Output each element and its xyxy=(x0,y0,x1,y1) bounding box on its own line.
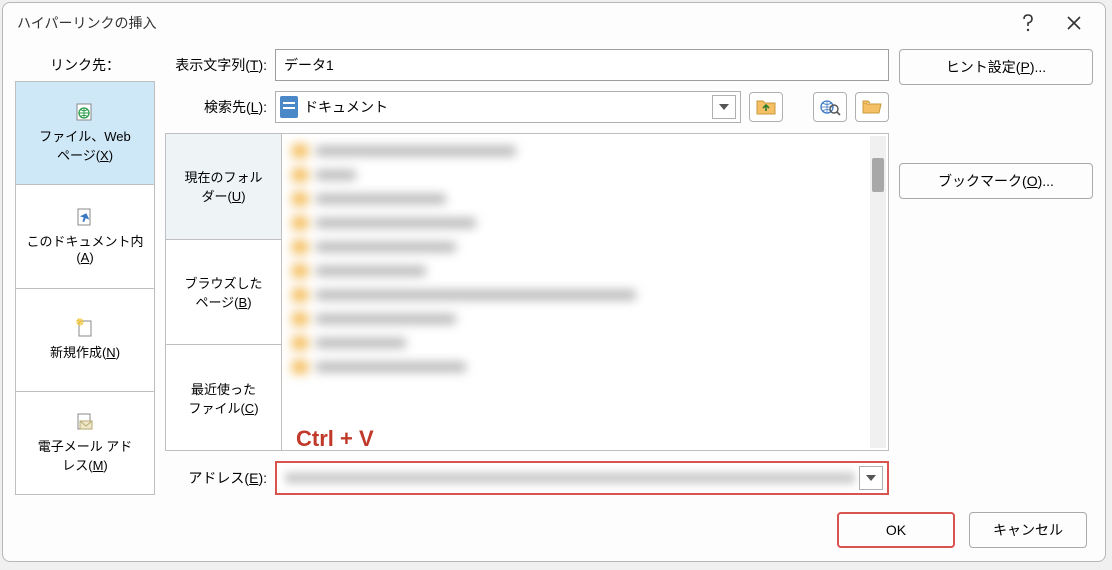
address-label: アドレス(E): xyxy=(165,468,267,488)
titlebar: ハイパーリンクの挿入 xyxy=(3,3,1105,43)
linkto-this-document[interactable]: このドキュメント内 (A) xyxy=(16,185,154,288)
dialog-title: ハイパーリンクの挿入 xyxy=(17,13,1005,33)
address-dropdown-button[interactable] xyxy=(859,466,883,490)
address-combo[interactable] xyxy=(275,461,889,495)
close-icon xyxy=(1067,16,1081,30)
subcategory-list: 現在のフォルダー(U) ブラウズしたページ(B) 最近使ったファイル(C) xyxy=(166,134,282,450)
link-to-column: リンク先： ファイル、Web ページ(X) xyxy=(15,49,155,495)
linkto-label: 新規作成(N) xyxy=(50,342,120,361)
browse-web-button[interactable] xyxy=(813,92,847,122)
new-document-icon xyxy=(75,318,95,338)
documents-folder-icon xyxy=(280,96,298,118)
file-list-scrollbar[interactable] xyxy=(870,136,886,448)
cancel-button[interactable]: キャンセル xyxy=(969,512,1087,548)
email-icon xyxy=(75,412,95,432)
linkto-label: このドキュメント内 (A) xyxy=(26,231,143,265)
lookin-value: ドキュメント xyxy=(304,97,706,117)
display-text-input[interactable] xyxy=(275,49,889,81)
linkto-label: 電子メール アド レス(M) xyxy=(38,436,133,474)
main-column: 表示文字列(T): 検索先(L): ドキュメント xyxy=(165,49,889,495)
document-place-icon xyxy=(75,207,95,227)
linkto-email[interactable]: 電子メール アド レス(M) xyxy=(16,392,154,494)
close-button[interactable] xyxy=(1051,7,1097,39)
chevron-down-icon xyxy=(866,475,876,481)
linkto-file-web[interactable]: ファイル、Web ページ(X) xyxy=(16,82,154,185)
link-to-label: リンク先： xyxy=(15,49,155,81)
web-search-icon xyxy=(819,98,841,116)
dialog-content: リンク先： ファイル、Web ページ(X) xyxy=(3,43,1105,509)
browse-file-button[interactable] xyxy=(855,92,889,122)
address-row: アドレス(E): xyxy=(165,461,889,495)
subcat-browsed-pages[interactable]: ブラウズしたページ(B) xyxy=(166,240,281,346)
chevron-down-icon xyxy=(719,104,729,110)
lookin-dropdown-button[interactable] xyxy=(712,95,736,119)
right-button-column: ヒント設定(P)... ブックマーク(O)... xyxy=(899,49,1093,495)
up-folder-icon xyxy=(756,98,776,116)
ok-button[interactable]: OK xyxy=(837,512,955,548)
lookin-row: 検索先(L): ドキュメント xyxy=(165,91,889,123)
lookin-label: 検索先(L): xyxy=(165,97,267,117)
web-page-icon xyxy=(75,102,95,122)
screen-tip-button[interactable]: ヒント設定(P)... xyxy=(899,49,1093,85)
link-to-list: ファイル、Web ページ(X) このドキュメント内 (A) xyxy=(15,81,155,495)
lookin-combo[interactable]: ドキュメント xyxy=(275,91,741,123)
insert-hyperlink-dialog: ハイパーリンクの挿入 リンク先： xyxy=(2,2,1106,562)
subcat-current-folder[interactable]: 現在のフォルダー(U) xyxy=(166,134,281,240)
file-list-blurred xyxy=(282,134,888,450)
bottom-button-row: OK キャンセル xyxy=(3,509,1105,561)
file-list[interactable] xyxy=(282,134,888,450)
linkto-label: ファイル、Web ページ(X) xyxy=(39,126,131,164)
bookmark-button[interactable]: ブックマーク(O)... xyxy=(899,163,1093,199)
browse-area: 現在のフォルダー(U) ブラウズしたページ(B) 最近使ったファイル(C) xyxy=(165,133,889,451)
help-button[interactable] xyxy=(1005,7,1051,39)
up-folder-button[interactable] xyxy=(749,92,783,122)
linkto-new-document[interactable]: 新規作成(N) xyxy=(16,289,154,392)
display-text-row: 表示文字列(T): xyxy=(165,49,889,81)
open-folder-icon xyxy=(862,99,882,115)
scrollbar-thumb[interactable] xyxy=(872,158,884,192)
display-text-label: 表示文字列(T): xyxy=(165,55,267,75)
help-icon xyxy=(1021,14,1035,32)
address-value-blurred xyxy=(285,472,855,484)
subcat-recent-files[interactable]: 最近使ったファイル(C) xyxy=(166,345,281,450)
